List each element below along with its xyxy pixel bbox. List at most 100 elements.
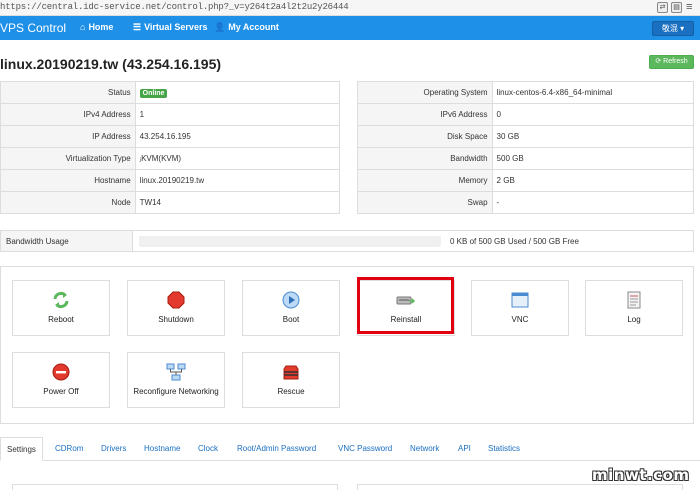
- network-icon: [166, 363, 186, 381]
- rescue-label: Rescue: [277, 387, 305, 396]
- table-row: Memory 2 GB: [357, 169, 694, 192]
- nav-home-label: Home: [88, 22, 114, 32]
- power-off-icon: [52, 363, 70, 381]
- nav-my-account-label: My Account: [228, 22, 279, 32]
- nav-virtual-servers-label: Virtual Servers: [144, 22, 208, 32]
- info-label: IP Address: [0, 125, 136, 148]
- bandwidth-usage-text: 0 KB of 500 GB Used / 500 GB Free: [450, 237, 579, 246]
- refresh-icon: ⟳: [655, 58, 662, 65]
- settings-tabs: Settings CDRom Drivers Hostname Clock Ro…: [0, 437, 700, 461]
- settings-panel-left: [12, 484, 338, 490]
- page-title: linux.20190219.tw (43.254.16.195): [0, 56, 222, 72]
- reinstall-highlight-box: [357, 277, 454, 334]
- info-label: Bandwidth: [357, 147, 493, 170]
- info-label: Node: [0, 191, 136, 214]
- bandwidth-usage-label: Bandwidth Usage: [1, 231, 133, 251]
- table-row: Status Online: [0, 81, 340, 104]
- info-value: ⱼKVM(KVM): [135, 147, 340, 170]
- bandwidth-progress-bar: [139, 236, 441, 247]
- info-value: linux-centos-6.4-x86_64-minimal: [496, 88, 613, 97]
- info-value: TW14: [135, 191, 340, 214]
- tab-vnc-password[interactable]: VNC Password: [338, 444, 392, 453]
- boot-button[interactable]: Boot: [242, 280, 340, 336]
- rescue-icon: [283, 365, 299, 380]
- info-value: linux.20190219.tw: [135, 169, 340, 192]
- table-row: Node TW14: [0, 191, 340, 214]
- reconfigure-networking-label: Reconfigure Networking: [133, 387, 219, 396]
- table-row: Disk Space 30 GB: [357, 125, 694, 148]
- table-row: Bandwidth 500 GB: [357, 147, 694, 170]
- reboot-icon: [53, 291, 69, 309]
- tab-clock[interactable]: Clock: [198, 444, 218, 453]
- vnc-button[interactable]: VNC: [471, 280, 569, 336]
- info-value: 500 GB: [492, 147, 694, 170]
- info-label: Swap: [357, 191, 493, 214]
- table-row: IPv4 Address 1: [0, 103, 340, 126]
- info-value: -: [492, 191, 694, 214]
- info-label: IPv6 Address: [357, 103, 493, 126]
- tab-root-admin-password[interactable]: Root/Admin Password: [237, 444, 316, 453]
- server-info-right-table: Operating System linux-centos-6.4-x86_64-…: [357, 81, 694, 214]
- shutdown-icon: [167, 291, 185, 309]
- status-badge: Online: [139, 89, 168, 98]
- power-off-button[interactable]: Power Off: [12, 352, 110, 408]
- top-navbar: VPS Control ⌂ Home ☰ Virtual Servers 👤 My A…: [0, 16, 700, 40]
- info-value: 0: [492, 103, 694, 126]
- info-value: Online: [135, 82, 339, 104]
- rescue-button[interactable]: Rescue: [242, 352, 340, 408]
- tab-api[interactable]: API: [458, 444, 471, 453]
- table-row: Hostname linux.20190219.tw: [0, 169, 340, 192]
- info-label: Memory: [357, 169, 493, 192]
- menu-icon[interactable]: ≡: [686, 1, 692, 13]
- info-label: Hostname: [0, 169, 136, 192]
- watermark: minwt.com: [592, 466, 690, 484]
- shutdown-label: Shutdown: [158, 315, 194, 324]
- info-value: 1: [135, 103, 340, 126]
- table-row: IP Address 43.254.16.195: [0, 125, 340, 148]
- nav-virtual-servers[interactable]: ☰ Virtual Servers: [133, 22, 207, 33]
- bandwidth-usage-row: Bandwidth Usage 0 KB of 500 GB Used / 50…: [0, 230, 694, 252]
- server-info-left-table: Status Online IPv4 Address 1 IP Address 43.…: [0, 81, 340, 214]
- boot-label: Boot: [282, 315, 300, 324]
- boot-icon: [282, 291, 300, 309]
- table-row: Swap -: [357, 191, 694, 214]
- shutdown-button[interactable]: Shutdown: [127, 280, 225, 336]
- tab-network[interactable]: Network: [410, 444, 439, 453]
- info-label: Status: [0, 81, 136, 104]
- power-off-label: Power Off: [43, 387, 79, 396]
- refresh-button[interactable]: ⟳ Refresh: [649, 55, 694, 69]
- tab-cdrom[interactable]: CDRom: [55, 444, 83, 453]
- nav-home[interactable]: ⌂ Home: [80, 22, 113, 32]
- url-text[interactable]: https://central.idc-service.net/control.…: [0, 2, 349, 12]
- table-row: Operating System linux-centos-6.4-x86_64-…: [357, 81, 694, 104]
- reader-extension-icon[interactable]: ▤: [671, 2, 682, 13]
- table-row: Virtualization Type ⱼKVM(KVM): [0, 147, 340, 170]
- info-label: Disk Space: [357, 125, 493, 148]
- tab-hostname[interactable]: Hostname: [144, 444, 180, 453]
- list-icon: ☰: [133, 22, 142, 32]
- info-label: Virtualization Type: [0, 147, 136, 170]
- reconfigure-networking-button[interactable]: Reconfigure Networking: [127, 352, 225, 408]
- vnc-label: VNC: [511, 315, 529, 324]
- info-label: Operating System: [357, 81, 493, 104]
- brand-logo[interactable]: VPS Control: [0, 21, 66, 35]
- browser-url-bar[interactable]: https://central.idc-service.net/control.…: [0, 0, 700, 16]
- table-row: IPv6 Address 0: [357, 103, 694, 126]
- log-label: Log: [627, 315, 641, 324]
- tab-drivers[interactable]: Drivers: [101, 444, 126, 453]
- info-value: 2 GB: [492, 169, 694, 192]
- tab-statistics[interactable]: Statistics: [488, 444, 520, 453]
- language-dropdown[interactable]: 敬混 ▾: [652, 21, 694, 36]
- info-label: IPv4 Address: [0, 103, 136, 126]
- translate-extension-icon[interactable]: ⇄: [657, 2, 668, 13]
- info-value: 30 GB: [492, 125, 694, 148]
- refresh-label: Refresh: [663, 58, 688, 65]
- home-icon: ⌂: [80, 22, 86, 32]
- nav-my-account[interactable]: 👤 My Account: [214, 22, 279, 33]
- user-icon: 👤: [214, 22, 226, 32]
- tab-settings[interactable]: Settings: [0, 437, 43, 461]
- log-icon: [627, 291, 641, 309]
- log-button[interactable]: Log: [585, 280, 683, 336]
- vnc-icon: [511, 292, 529, 308]
- reboot-button[interactable]: Reboot: [12, 280, 110, 336]
